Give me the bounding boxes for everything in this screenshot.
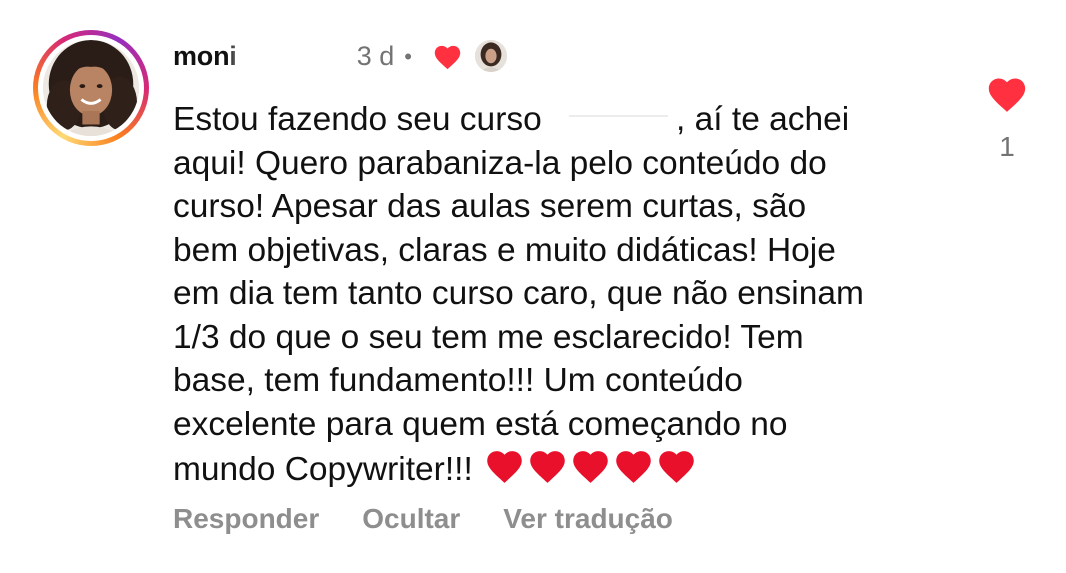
like-column: 1 [984,73,1030,163]
creator-avatar [474,40,507,72]
comment-text-part1: Estou fazendo seu curso [173,101,552,138]
emoji-heart-icon [572,451,608,483]
timestamp: 3 d [356,40,395,71]
like-count: 1 [999,131,1015,162]
emoji-hearts [483,446,698,484]
emoji-heart-icon [615,451,651,483]
avatar-portrait-icon [43,40,139,136]
comment-actions: Responder Ocultar Ver tradução [173,503,673,535]
username-redacted [228,41,357,71]
creator-heart-icon [434,45,461,70]
separator-dot: • [404,44,412,69]
emoji-heart-icon [529,451,565,483]
creator-avatar-portrait-icon [474,40,507,72]
reply-button[interactable]: Responder [173,503,319,535]
translate-button[interactable]: Ver tradução [503,503,673,535]
comment-text-part2: , aí te achei aqui! Quero parabaniza-la … [173,101,864,488]
redacted-course-name [551,103,677,133]
like-heart-icon[interactable] [985,73,1029,113]
avatar-gap [38,35,144,141]
comment: moni 3 d • Estou fazendo seu curso , aí … [0,0,1066,573]
avatar[interactable] [43,40,139,136]
emoji-heart-icon [658,451,694,483]
comment-header: moni 3 d • [173,36,507,76]
emoji-heart-icon [486,451,522,483]
username[interactable]: moni [173,41,237,72]
comment-text: Estou fazendo seu curso , aí te achei aq… [173,98,963,492]
hide-button[interactable]: Ocultar [362,503,460,535]
story-ring[interactable] [33,30,149,146]
